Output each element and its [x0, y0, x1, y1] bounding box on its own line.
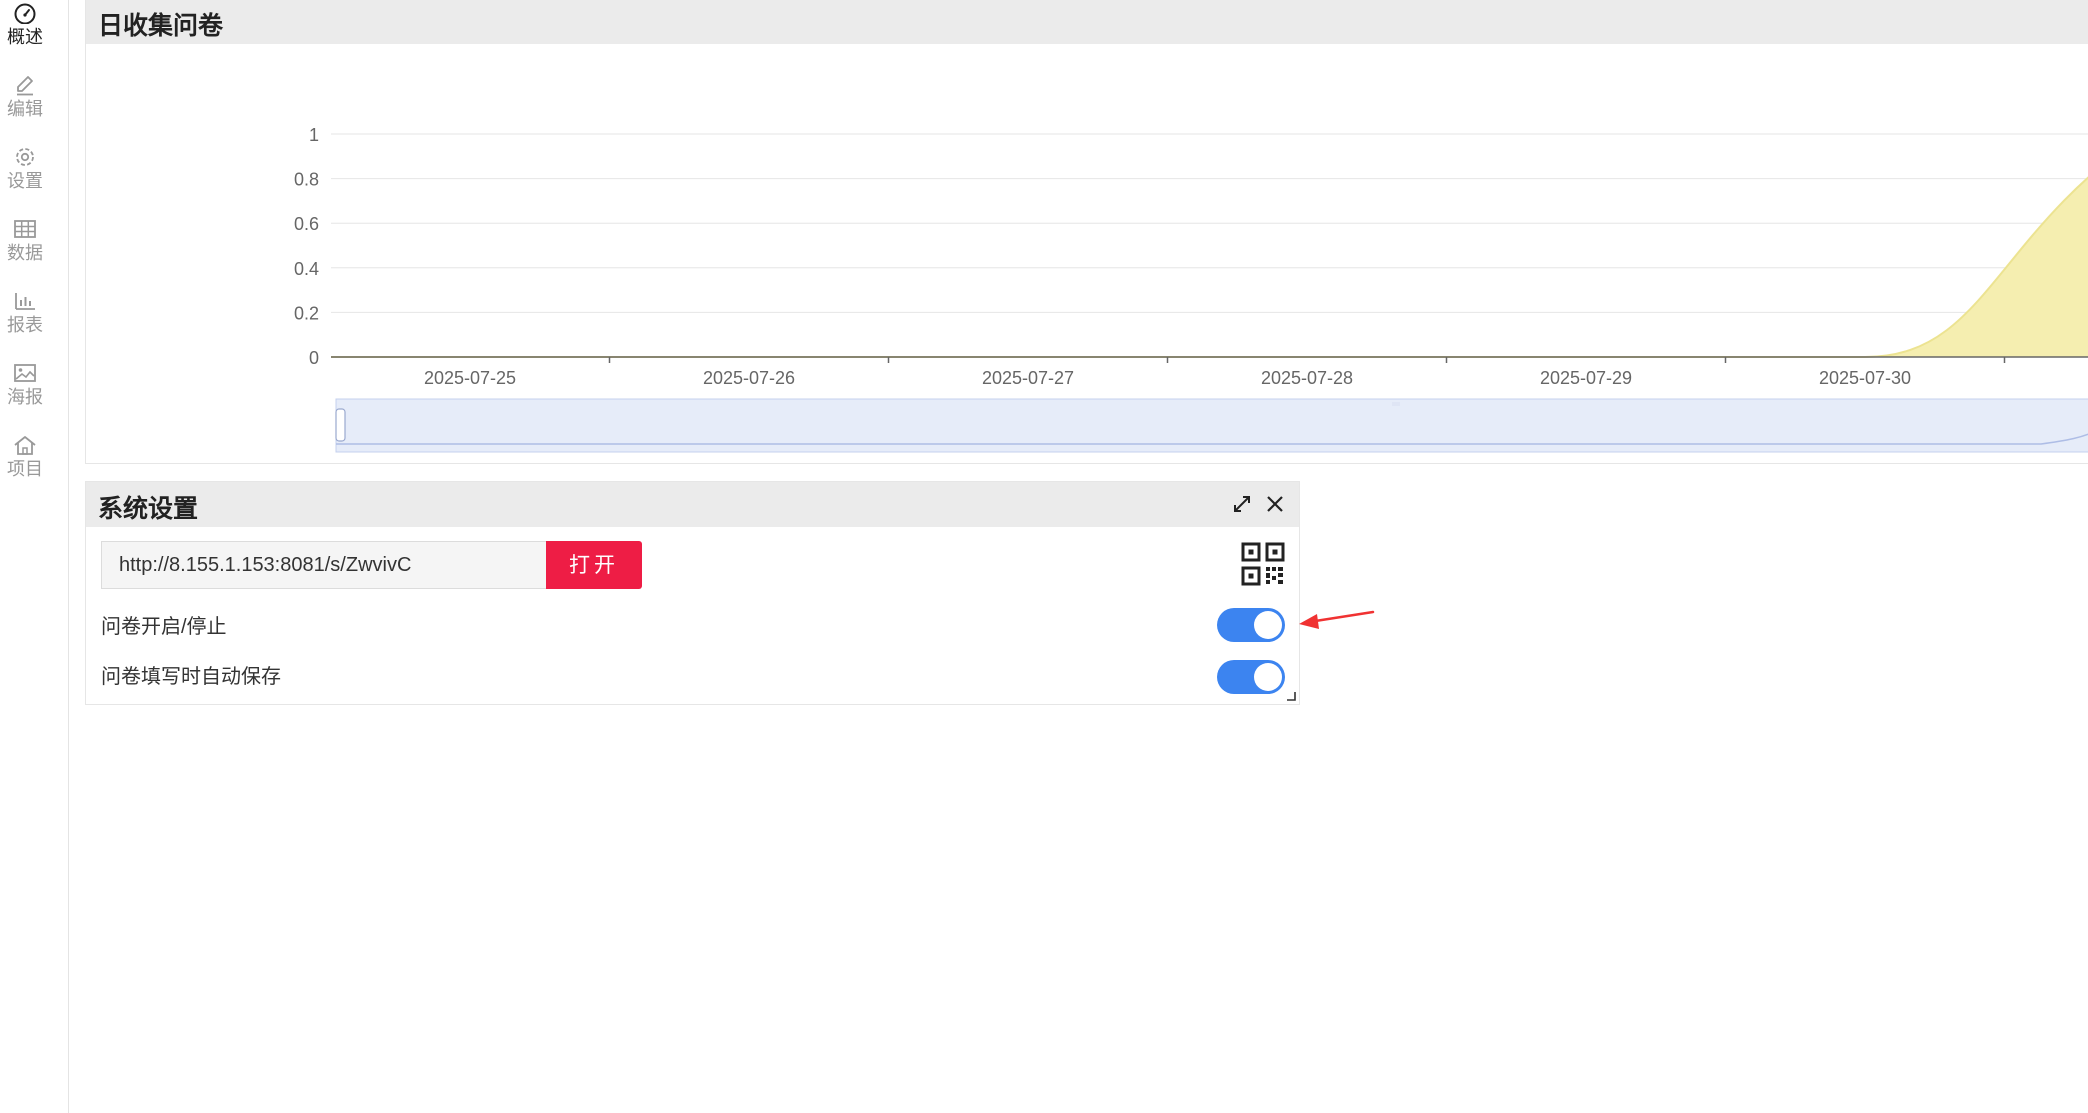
image-icon [14, 364, 36, 382]
resize-handle-icon[interactable] [1286, 691, 1296, 701]
survey-toggle-label: 问卷开启/停止 [101, 616, 227, 638]
y-tick-label: 0.8 [294, 170, 319, 190]
sidebar: 概述 编辑 设置 数据 报表 海报 项目 [0, 0, 69, 1113]
system-settings-panel: 系统设置 http://8.155.1.153:8081/s/ZwvivC 打开… [85, 481, 1300, 705]
sidebar-item-edit[interactable]: 编辑 [0, 74, 50, 120]
sidebar-item-label: 报表 [7, 315, 43, 335]
panel-title: 系统设置 [98, 495, 199, 523]
sidebar-item-data[interactable]: 数据 [0, 218, 50, 264]
toggle-knob [1254, 663, 1282, 691]
table-icon [14, 220, 36, 238]
datazoom-handle [335, 408, 346, 442]
dashboard-icon [14, 3, 36, 24]
sidebar-item-settings[interactable]: 设置 [0, 146, 50, 192]
x-tick-label: 2025-07-25 [424, 368, 516, 388]
autosave-toggle-label: 问卷填写时自动保存 [101, 666, 281, 688]
gear-icon [16, 148, 34, 166]
survey-open-toggle[interactable] [1217, 608, 1285, 642]
area-series [331, 177, 2088, 357]
y-tick-label: 0.4 [294, 259, 319, 279]
sidebar-item-label: 数据 [7, 243, 43, 263]
sidebar-item-poster[interactable]: 海报 [0, 362, 50, 408]
survey-url-field[interactable]: http://8.155.1.153:8081/s/ZwvivC [101, 541, 547, 589]
qr-code-icon[interactable] [1241, 542, 1285, 586]
x-tick-label: 2025-07-29 [1540, 368, 1632, 388]
autosave-toggle[interactable] [1217, 660, 1285, 694]
datazoom-grip [1392, 402, 1400, 406]
bar-chart-icon [15, 293, 35, 310]
line-series [331, 176, 2088, 358]
daily-collection-chart: 0 0.2 0.4 0.6 0.8 1 2025-07-25 2025-07-26 2025-0… [294, 125, 2088, 453]
y-tick-label: 0.2 [294, 303, 319, 323]
x-tick-label: 2025-07-26 [703, 368, 795, 388]
y-tick-label: 0 [309, 348, 319, 368]
sidebar-item-project[interactable]: 项目 [0, 434, 50, 480]
sidebar-item-label: 编辑 [7, 99, 43, 119]
sidebar-item-report[interactable]: 报表 [0, 290, 50, 336]
y-tick-label: 1 [309, 125, 319, 145]
panel-header: 日收集问卷 [86, 0, 2088, 44]
toggle-knob [1254, 611, 1282, 639]
panel-header: 系统设置 [86, 482, 1299, 527]
y-tick-label: 0.6 [294, 214, 319, 234]
sidebar-item-label: 设置 [7, 171, 43, 191]
panel-title: 日收集问卷 [98, 12, 224, 40]
sidebar-item-label: 概述 [7, 27, 43, 47]
close-icon[interactable] [1264, 492, 1286, 516]
sidebar-item-label: 项目 [7, 459, 43, 479]
pencil-icon [17, 76, 33, 96]
daily-collection-panel: 日收集问卷 0 0.2 0.4 0.6 0.8 1 2025-07-25 2025-07-26… [85, 0, 2088, 464]
survey-url-text: http://8.155.1.153:8081/s/ZwvivC [119, 554, 412, 576]
x-tick-label: 2025-07-30 [1819, 368, 1911, 388]
x-tick-label: 2025-07-28 [1261, 368, 1353, 388]
open-button[interactable]: 打开 [546, 541, 642, 589]
sidebar-item-label: 海报 [7, 387, 43, 407]
x-tick-label: 2025-07-27 [982, 368, 1074, 388]
home-icon [14, 436, 36, 455]
annotation-arrow [1299, 610, 1375, 629]
sidebar-item-overview[interactable]: 概述 [0, 2, 50, 48]
expand-icon[interactable] [1231, 492, 1253, 516]
